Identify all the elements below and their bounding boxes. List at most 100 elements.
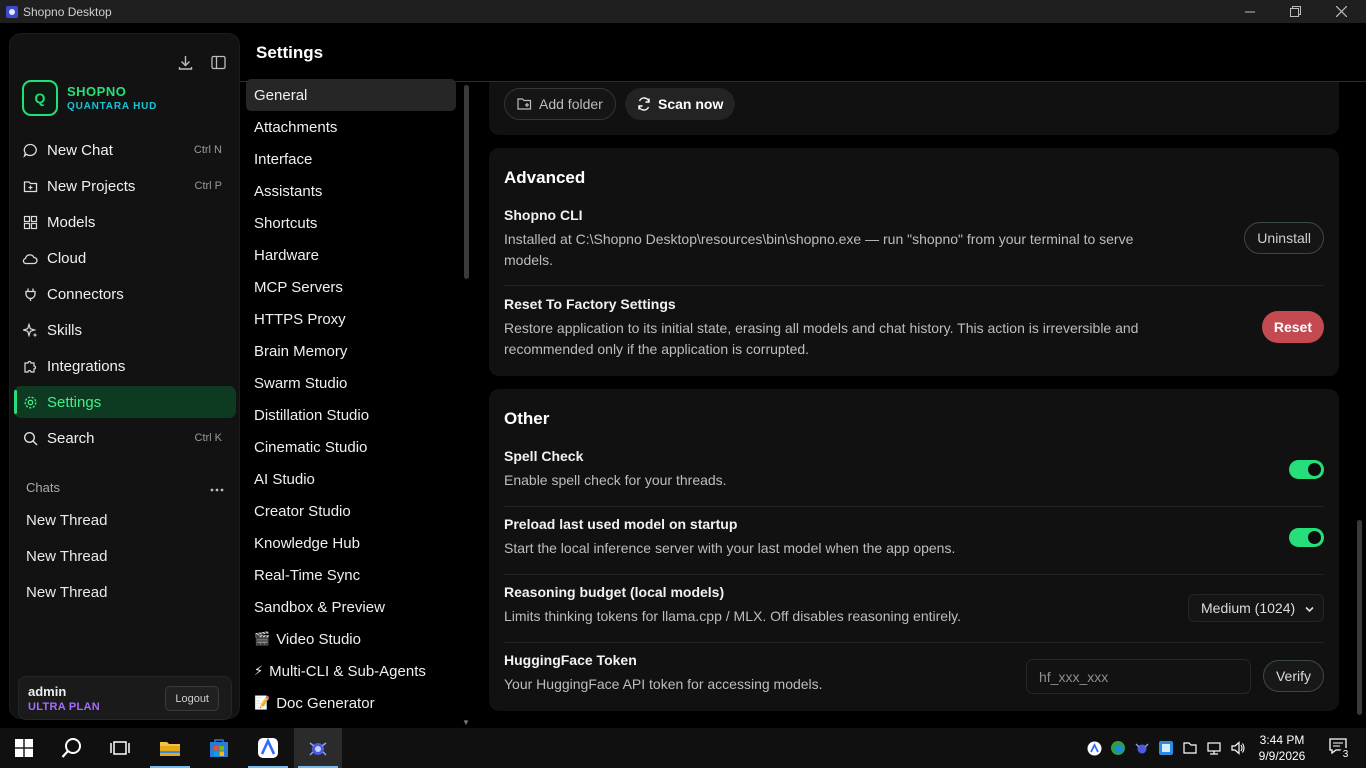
content-scrollbar[interactable]	[1357, 520, 1362, 715]
category-assistants[interactable]: Assistants	[246, 175, 456, 207]
category-cinematic-studio[interactable]: Cinematic Studio	[246, 431, 456, 463]
edge-tray-icon[interactable]	[1106, 728, 1130, 768]
preload-model-toggle[interactable]	[1289, 528, 1324, 547]
reasoning-budget-select[interactable]: Medium (1024)	[1188, 594, 1324, 622]
scan-now-button[interactable]: Scan now	[625, 88, 736, 120]
category-label: HTTPS Proxy	[254, 310, 346, 328]
notification-center-button[interactable]: 3	[1318, 728, 1358, 768]
category-swarm-studio[interactable]: Swarm Studio	[246, 367, 456, 399]
nav-label: Skills	[47, 321, 83, 339]
lightning-icon: ⚡	[254, 663, 264, 678]
arc-app-icon[interactable]	[244, 728, 292, 768]
clock-date: 9/9/2026	[1258, 749, 1306, 763]
app-tray-icon[interactable]	[1154, 728, 1178, 768]
nav-new-chat[interactable]: New Chat Ctrl N	[14, 134, 236, 166]
category-label: MCP Servers	[254, 278, 343, 296]
reset-button[interactable]: Reset	[1261, 311, 1324, 343]
folder-plus-icon	[517, 97, 532, 111]
category-doc-generator[interactable]: 📝 Doc Generator	[246, 687, 456, 719]
minimize-button[interactable]	[1227, 0, 1273, 23]
arc-tray-icon[interactable]	[1082, 728, 1106, 768]
nav-cloud[interactable]: Cloud	[14, 242, 236, 274]
category-attachments[interactable]: Attachments	[246, 111, 456, 143]
tag-tray-icon[interactable]	[1178, 728, 1202, 768]
task-view-icon[interactable]	[96, 728, 144, 768]
thread-item[interactable]: New Thread	[18, 574, 232, 610]
puzzle-icon	[22, 358, 38, 374]
category-label: General	[254, 86, 308, 104]
file-explorer-icon[interactable]	[146, 728, 194, 768]
other-heading: Other	[504, 409, 550, 428]
chats-more-icon[interactable]	[210, 479, 224, 495]
nav-connectors[interactable]: Connectors	[14, 278, 236, 310]
nav-settings[interactable]: Settings	[14, 386, 236, 418]
download-icon[interactable]	[177, 54, 194, 71]
scroll-down-arrow-icon[interactable]: ▼	[462, 718, 470, 727]
hf-token-input[interactable]: hf_xxx_xxx	[1026, 659, 1251, 694]
category-real-time-sync[interactable]: Real-Time Sync	[246, 559, 456, 591]
chats-heading: Chats	[26, 479, 60, 495]
category-mcp-servers[interactable]: MCP Servers	[246, 271, 456, 303]
network-icon[interactable]	[1202, 728, 1226, 768]
settings-content: Add folder Scan now Advanced Shopno CLI …	[489, 82, 1339, 722]
category-video-studio[interactable]: 🎬 Video Studio	[246, 623, 456, 655]
category-label: Multi-CLI & Sub-Agents	[269, 662, 426, 680]
category-distillation-studio[interactable]: Distillation Studio	[246, 399, 456, 431]
category-knowledge-hub[interactable]: Knowledge Hub	[246, 527, 456, 559]
logout-button[interactable]: Logout	[165, 686, 219, 711]
factory-reset-setting: Reset To Factory Settings Restore applic…	[504, 296, 1324, 360]
restore-button[interactable]	[1272, 0, 1318, 23]
brand-name: SHOPNO	[67, 84, 127, 99]
category-label: Video Studio	[276, 630, 361, 648]
windows-start-icon[interactable]	[0, 728, 48, 768]
taskbar-search-icon[interactable]	[48, 728, 96, 768]
category-shortcuts[interactable]: Shortcuts	[246, 207, 456, 239]
close-button[interactable]	[1318, 0, 1364, 23]
shopno-tray-icon[interactable]	[1130, 728, 1154, 768]
taskbar-clock[interactable]: 3:44 PM 9/9/2026	[1250, 732, 1314, 764]
shortcut-hint: Ctrl N	[193, 144, 222, 156]
category-https-proxy[interactable]: HTTPS Proxy	[246, 303, 456, 335]
folder-plus-icon	[22, 178, 38, 194]
reasoning-description: Limits thinking tokens for llama.cpp / M…	[504, 608, 962, 624]
window-titlebar: Shopno Desktop	[0, 0, 1366, 23]
category-label: Knowledge Hub	[254, 534, 360, 552]
category-label: Assistants	[254, 182, 323, 200]
sidebar-toggle-icon[interactable]	[210, 54, 227, 71]
category-label: Sandbox & Preview	[254, 598, 385, 616]
nav-label: Models	[47, 213, 96, 231]
sidebar-nav: New Chat Ctrl N New Projects Ctrl P Mode…	[14, 134, 236, 458]
nav-label: Settings	[47, 393, 102, 411]
plug-icon	[22, 286, 38, 302]
thread-item[interactable]: New Thread	[18, 538, 232, 574]
add-folder-button[interactable]: Add folder	[504, 88, 616, 120]
nav-models[interactable]: Models	[14, 206, 236, 238]
category-ai-studio[interactable]: AI Studio	[246, 463, 456, 495]
thread-item[interactable]: New Thread	[18, 502, 232, 538]
shopno-taskbar-icon[interactable]	[294, 728, 342, 768]
page-header: Settings	[240, 23, 1366, 82]
nav-search[interactable]: Search Ctrl K	[14, 422, 236, 454]
category-scrollbar[interactable]	[464, 85, 469, 279]
category-brain-memory[interactable]: Brain Memory	[246, 335, 456, 367]
spell-check-toggle[interactable]	[1289, 460, 1324, 479]
category-creator-studio[interactable]: Creator Studio	[246, 495, 456, 527]
category-hardware[interactable]: Hardware	[246, 239, 456, 271]
shortcut-hint: Ctrl P	[194, 180, 223, 192]
category-label: Hardware	[254, 246, 320, 264]
verify-button[interactable]: Verify	[1262, 660, 1324, 692]
category-multi-cli[interactable]: ⚡ Multi-CLI & Sub-Agents	[246, 655, 456, 687]
category-interface[interactable]: Interface	[246, 143, 456, 175]
store-icon[interactable]	[195, 728, 243, 768]
preload-model-setting: Preload last used model on startup Start…	[504, 516, 1324, 559]
nav-integrations[interactable]: Integrations	[14, 350, 236, 382]
chat-bubble-icon	[22, 142, 38, 158]
reset-title: Reset To Factory Settings	[504, 296, 676, 312]
category-general[interactable]: General	[246, 79, 456, 111]
volume-icon[interactable]	[1226, 728, 1250, 768]
category-sandbox-preview[interactable]: Sandbox & Preview	[246, 591, 456, 623]
nav-skills[interactable]: Skills	[14, 314, 236, 346]
category-label: Brain Memory	[254, 342, 348, 360]
nav-new-projects[interactable]: New Projects Ctrl P	[14, 170, 236, 202]
uninstall-button[interactable]: Uninstall	[1244, 222, 1324, 254]
